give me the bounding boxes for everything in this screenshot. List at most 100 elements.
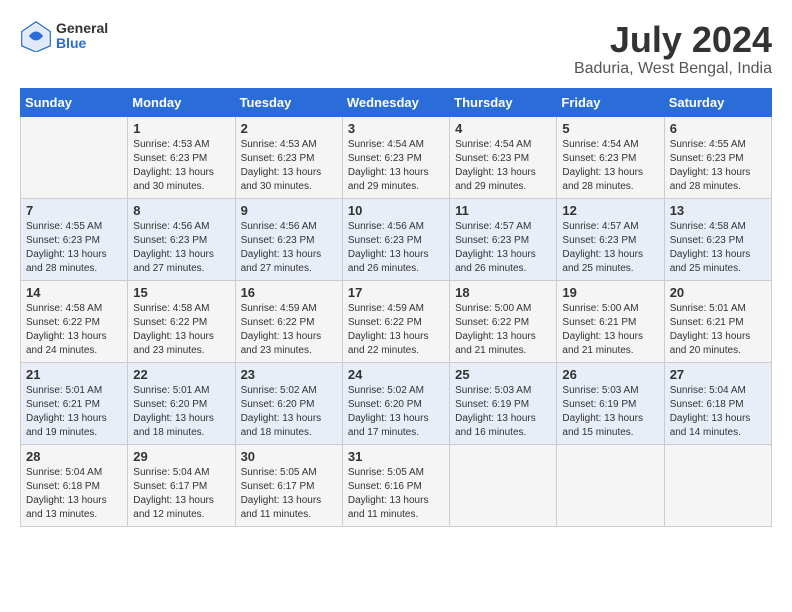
calendar-day-cell: 26Sunrise: 5:03 AM Sunset: 6:19 PM Dayli…	[557, 362, 664, 444]
day-info: Sunrise: 4:53 AM Sunset: 6:23 PM Dayligh…	[241, 138, 337, 194]
calendar-day-cell: 16 Sunrise: 4:59 AM Sunset: 6:22 PM Dayli…	[235, 280, 342, 362]
day-number: 8	[133, 203, 229, 218]
day-info: Sunrise: 5:02 AM Sunset: 6:20 PM Dayligh…	[241, 384, 337, 440]
day-number: 2	[241, 121, 337, 136]
calendar-day-cell	[664, 444, 771, 526]
day-info: Sunrise: 4:58 AM Sunset: 6:22 PM Dayligh…	[26, 302, 122, 358]
calendar-day-cell: 13 Sunrise: 4:58 AM Sunset: 6:23 PM Dayli…	[664, 198, 771, 280]
day-number: 1	[133, 121, 229, 136]
calendar-day-cell: 10 Sunrise: 4:56 AM Sunset: 6:23 PM Dayli…	[342, 198, 449, 280]
day-info: Sunrise: 4:54 AM Sunset: 6:23 PM Dayligh…	[562, 138, 658, 194]
weekday-header-cell: Saturday	[664, 88, 771, 116]
calendar-day-cell: 4Sunrise: 4:54 AM Sunset: 6:23 PM Daylig…	[450, 116, 557, 198]
day-number: 6	[670, 121, 766, 136]
logo-general: General	[56, 21, 108, 36]
day-number: 23	[241, 367, 337, 382]
day-info: Sunrise: 4:57 AM Sunset: 6:23 PM Dayligh…	[455, 220, 551, 276]
day-info: Sunrise: 4:59 AM Sunset: 6:22 PM Dayligh…	[348, 302, 444, 358]
calendar-week-row: 21 Sunrise: 5:01 AM Sunset: 6:21 PM Dayli…	[21, 362, 772, 444]
calendar-day-cell: 21 Sunrise: 5:01 AM Sunset: 6:21 PM Dayli…	[21, 362, 128, 444]
day-number: 9	[241, 203, 337, 218]
day-number: 7	[26, 203, 122, 218]
location-subtitle: Baduria, West Bengal, India	[574, 60, 772, 78]
day-info: Sunrise: 4:55 AM Sunset: 6:23 PM Dayligh…	[670, 138, 766, 194]
day-number: 22	[133, 367, 229, 382]
calendar-day-cell: 6 Sunrise: 4:55 AM Sunset: 6:23 PM Daylig…	[664, 116, 771, 198]
day-number: 17	[348, 285, 444, 300]
day-number: 27	[670, 367, 766, 382]
day-info: Sunrise: 4:54 AM Sunset: 6:23 PM Dayligh…	[348, 138, 444, 194]
logo: General Blue	[20, 20, 108, 52]
logo-icon	[20, 20, 52, 52]
day-info: Sunrise: 4:56 AM Sunset: 6:23 PM Dayligh…	[348, 220, 444, 276]
day-info: Sunrise: 5:02 AM Sunset: 6:20 PM Dayligh…	[348, 384, 444, 440]
weekday-header-cell: Thursday	[450, 88, 557, 116]
day-number: 14	[26, 285, 122, 300]
weekday-header-row: SundayMondayTuesdayWednesdayThursdayFrid…	[21, 88, 772, 116]
day-number: 26	[562, 367, 658, 382]
day-info: Sunrise: 4:59 AM Sunset: 6:22 PM Dayligh…	[241, 302, 337, 358]
day-info: Sunrise: 4:56 AM Sunset: 6:23 PM Dayligh…	[133, 220, 229, 276]
day-info: Sunrise: 4:58 AM Sunset: 6:23 PM Dayligh…	[670, 220, 766, 276]
day-number: 24	[348, 367, 444, 382]
weekday-header-cell: Monday	[128, 88, 235, 116]
calendar-day-cell: 3Sunrise: 4:54 AM Sunset: 6:23 PM Daylig…	[342, 116, 449, 198]
day-info: Sunrise: 5:03 AM Sunset: 6:19 PM Dayligh…	[455, 384, 551, 440]
calendar-day-cell: 15Sunrise: 4:58 AM Sunset: 6:22 PM Dayli…	[128, 280, 235, 362]
day-number: 20	[670, 285, 766, 300]
day-info: Sunrise: 5:04 AM Sunset: 6:17 PM Dayligh…	[133, 466, 229, 522]
calendar-day-cell: 20 Sunrise: 5:01 AM Sunset: 6:21 PM Dayli…	[664, 280, 771, 362]
weekday-header-cell: Friday	[557, 88, 664, 116]
title-block: July 2024 Baduria, West Bengal, India	[574, 20, 772, 78]
calendar-day-cell: 23 Sunrise: 5:02 AM Sunset: 6:20 PM Dayli…	[235, 362, 342, 444]
day-info: Sunrise: 5:05 AM Sunset: 6:16 PM Dayligh…	[348, 466, 444, 522]
day-info: Sunrise: 5:05 AM Sunset: 6:17 PM Dayligh…	[241, 466, 337, 522]
day-info: Sunrise: 5:00 AM Sunset: 6:22 PM Dayligh…	[455, 302, 551, 358]
day-info: Sunrise: 4:58 AM Sunset: 6:22 PM Dayligh…	[133, 302, 229, 358]
calendar-table: SundayMondayTuesdayWednesdayThursdayFrid…	[20, 88, 772, 527]
calendar-week-row: 14 Sunrise: 4:58 AM Sunset: 6:22 PM Dayli…	[21, 280, 772, 362]
day-number: 31	[348, 449, 444, 464]
day-number: 4	[455, 121, 551, 136]
logo-text: General Blue	[56, 21, 108, 52]
calendar-day-cell: 31 Sunrise: 5:05 AM Sunset: 6:16 PM Dayli…	[342, 444, 449, 526]
calendar-day-cell: 25Sunrise: 5:03 AM Sunset: 6:19 PM Dayli…	[450, 362, 557, 444]
day-number: 12	[562, 203, 658, 218]
day-number: 18	[455, 285, 551, 300]
calendar-day-cell	[557, 444, 664, 526]
calendar-day-cell: 28Sunrise: 5:04 AM Sunset: 6:18 PM Dayli…	[21, 444, 128, 526]
calendar-week-row: 7Sunrise: 4:55 AM Sunset: 6:23 PM Daylig…	[21, 198, 772, 280]
calendar-day-cell: 1Sunrise: 4:53 AM Sunset: 6:23 PM Daylig…	[128, 116, 235, 198]
calendar-day-cell: 18 Sunrise: 5:00 AM Sunset: 6:22 PM Dayli…	[450, 280, 557, 362]
day-number: 5	[562, 121, 658, 136]
weekday-header-cell: Tuesday	[235, 88, 342, 116]
logo-blue: Blue	[56, 36, 108, 51]
calendar-day-cell	[21, 116, 128, 198]
day-number: 10	[348, 203, 444, 218]
day-number: 16	[241, 285, 337, 300]
day-number: 21	[26, 367, 122, 382]
day-info: Sunrise: 5:01 AM Sunset: 6:21 PM Dayligh…	[670, 302, 766, 358]
weekday-header-cell: Wednesday	[342, 88, 449, 116]
calendar-body: 1 Sunrise: 4:53 AM Sunset: 6:23 PM Daylig…	[21, 116, 772, 526]
day-number: 19	[562, 285, 658, 300]
day-info: Sunrise: 4:57 AM Sunset: 6:23 PM Dayligh…	[562, 220, 658, 276]
day-info: Sunrise: 5:01 AM Sunset: 6:21 PM Dayligh…	[26, 384, 122, 440]
calendar-day-cell: 7Sunrise: 4:55 AM Sunset: 6:23 PM Daylig…	[21, 198, 128, 280]
day-info: Sunrise: 5:04 AM Sunset: 6:18 PM Dayligh…	[670, 384, 766, 440]
day-info: Sunrise: 4:56 AM Sunset: 6:23 PM Dayligh…	[241, 220, 337, 276]
calendar-day-cell: 27 Sunrise: 5:04 AM Sunset: 6:18 PM Dayli…	[664, 362, 771, 444]
weekday-header-cell: Sunday	[21, 88, 128, 116]
day-number: 13	[670, 203, 766, 218]
month-year-title: July 2024	[574, 20, 772, 60]
calendar-day-cell: 9 Sunrise: 4:56 AM Sunset: 6:23 PM Daylig…	[235, 198, 342, 280]
calendar-week-row: 28Sunrise: 5:04 AM Sunset: 6:18 PM Dayli…	[21, 444, 772, 526]
calendar-day-cell: 2 Sunrise: 4:53 AM Sunset: 6:23 PM Daylig…	[235, 116, 342, 198]
calendar-day-cell: 17 Sunrise: 4:59 AM Sunset: 6:22 PM Dayli…	[342, 280, 449, 362]
calendar-day-cell: 24 Sunrise: 5:02 AM Sunset: 6:20 PM Dayli…	[342, 362, 449, 444]
calendar-week-row: 1 Sunrise: 4:53 AM Sunset: 6:23 PM Daylig…	[21, 116, 772, 198]
calendar-day-cell: 14 Sunrise: 4:58 AM Sunset: 6:22 PM Dayli…	[21, 280, 128, 362]
day-number: 30	[241, 449, 337, 464]
page-header: General Blue July 2024 Baduria, West Ben…	[20, 20, 772, 78]
day-info: Sunrise: 5:00 AM Sunset: 6:21 PM Dayligh…	[562, 302, 658, 358]
